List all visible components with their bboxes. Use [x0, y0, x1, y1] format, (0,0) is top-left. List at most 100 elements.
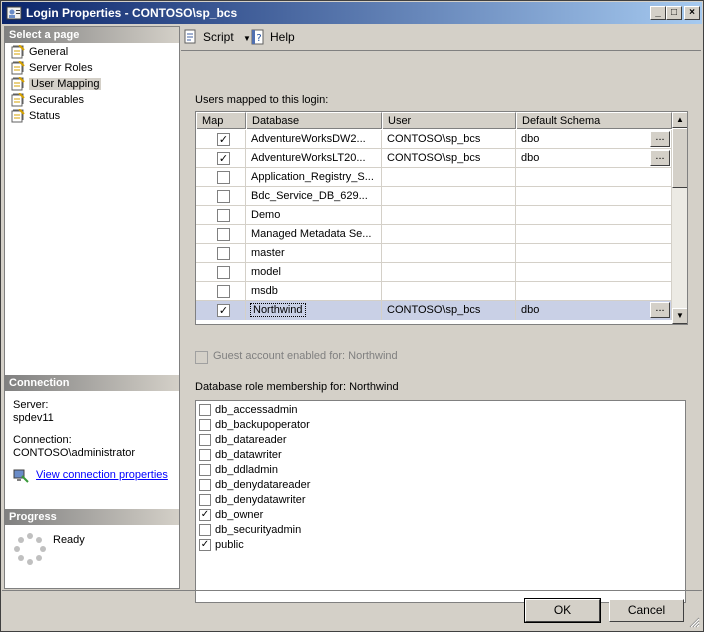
default-schema-cell[interactable] [516, 225, 672, 244]
database-cell[interactable]: AdventureWorksDW2... [246, 130, 382, 149]
database-cell[interactable]: model [246, 263, 382, 282]
maximize-button[interactable]: □ [666, 6, 682, 20]
map-checkbox[interactable]: ✓ [217, 152, 230, 165]
map-checkbox[interactable]: ✓ [217, 304, 230, 317]
user-cell[interactable] [382, 282, 516, 301]
grid-vertical-scrollbar[interactable]: ▲ ▼ [672, 112, 687, 324]
role-membership-label: Database role membership for: Northwind [195, 381, 399, 393]
role-item[interactable]: ✓ public [199, 538, 244, 553]
grid-row[interactable]: msdb [196, 282, 672, 301]
user-cell[interactable] [382, 187, 516, 206]
minimize-button[interactable]: _ [650, 6, 666, 20]
user-cell[interactable] [382, 168, 516, 187]
default-schema-cell[interactable]: dbo... [516, 301, 672, 320]
role-checkbox[interactable]: ✓ [199, 539, 211, 551]
grid-row[interactable]: Managed Metadata Se... [196, 225, 672, 244]
browse-schema-button[interactable]: ... [650, 302, 670, 318]
help-button[interactable]: ? Help [250, 28, 295, 46]
default-schema-cell[interactable] [516, 282, 672, 301]
map-checkbox[interactable] [217, 285, 230, 298]
default-schema-cell[interactable]: dbo... [516, 130, 672, 149]
grid-row[interactable]: ✓ Northwind CONTOSO\sp_bcs dbo... [196, 301, 672, 320]
role-item[interactable]: db_datawriter [199, 448, 282, 463]
role-label: db_securityadmin [215, 524, 302, 536]
user-cell[interactable] [382, 263, 516, 282]
default-schema-cell[interactable] [516, 263, 672, 282]
browse-schema-button[interactable]: ... [650, 150, 670, 166]
ok-button[interactable]: OK [524, 598, 601, 623]
map-checkbox[interactable] [217, 266, 230, 279]
role-item[interactable]: db_backupoperator [199, 418, 310, 433]
user-cell[interactable]: CONTOSO\sp_bcs [382, 149, 516, 168]
column-header-user[interactable]: User [382, 112, 516, 129]
grid-row[interactable]: Demo [196, 206, 672, 225]
resize-grip-icon[interactable] [688, 616, 700, 628]
close-button[interactable]: × [684, 6, 700, 20]
map-checkbox[interactable] [217, 228, 230, 241]
grid-row[interactable]: ✓ AdventureWorksDW2... CONTOSO\sp_bcs dbo..… [196, 130, 672, 149]
database-cell[interactable]: Demo [246, 206, 382, 225]
scroll-thumb[interactable] [672, 128, 687, 188]
role-item[interactable]: db_denydatareader [199, 478, 310, 493]
role-checkbox[interactable] [199, 449, 211, 461]
grid-row[interactable]: Application_Registry_S... [196, 168, 672, 187]
default-schema-cell[interactable] [516, 168, 672, 187]
user-cell[interactable] [382, 206, 516, 225]
scroll-down-icon[interactable]: ▼ [672, 308, 687, 324]
role-checkbox[interactable] [199, 464, 211, 476]
map-checkbox[interactable] [217, 209, 230, 222]
page-item-securables[interactable]: Securables [9, 92, 177, 108]
page-item-user-mapping[interactable]: User Mapping [9, 76, 177, 92]
user-cell[interactable] [382, 225, 516, 244]
title-bar[interactable]: Login Properties - CONTOSO\sp_bcs _ □ × [2, 2, 702, 24]
scroll-up-icon[interactable]: ▲ [672, 112, 687, 128]
column-header-default-schema[interactable]: Default Schema [516, 112, 672, 129]
role-item[interactable]: db_securityadmin [199, 523, 301, 538]
role-checkbox[interactable] [199, 419, 211, 431]
map-checkbox[interactable] [217, 247, 230, 260]
default-schema-cell[interactable] [516, 206, 672, 225]
user-cell[interactable]: CONTOSO\sp_bcs [382, 130, 516, 149]
browse-schema-button[interactable]: ... [650, 131, 670, 147]
user-mapping-grid[interactable]: Map Database User Default Schema ✓ Advent… [195, 111, 688, 325]
grid-row[interactable]: model [196, 263, 672, 282]
select-page-header: Select a page [5, 27, 179, 43]
grid-row[interactable]: ✓ AdventureWorksLT20... CONTOSO\sp_bcs dbo.… [196, 149, 672, 168]
map-checkbox[interactable] [217, 171, 230, 184]
role-checkbox[interactable] [199, 494, 211, 506]
database-cell[interactable]: Managed Metadata Se... [246, 225, 382, 244]
page-item-general[interactable]: General [9, 44, 177, 60]
user-cell[interactable] [382, 244, 516, 263]
column-header-map[interactable]: Map [196, 112, 246, 129]
role-checkbox[interactable]: ✓ [199, 509, 211, 521]
role-checkbox[interactable] [199, 434, 211, 446]
database-cell[interactable]: Application_Registry_S... [246, 168, 382, 187]
default-schema-cell[interactable]: dbo... [516, 149, 672, 168]
role-item[interactable]: db_datareader [199, 433, 287, 448]
database-cell[interactable]: AdventureWorksLT20... [246, 149, 382, 168]
cancel-button[interactable]: Cancel [609, 599, 684, 622]
database-cell[interactable]: Northwind [246, 301, 382, 320]
page-item-status[interactable]: Status [9, 108, 177, 124]
column-header-database[interactable]: Database [246, 112, 382, 129]
database-cell[interactable]: master [246, 244, 382, 263]
view-connection-properties-link[interactable]: View connection properties [36, 469, 168, 481]
grid-row[interactable]: master [196, 244, 672, 263]
role-item[interactable]: ✓ db_owner [199, 508, 263, 523]
database-cell[interactable]: Bdc_Service_DB_629... [246, 187, 382, 206]
default-schema-cell[interactable] [516, 244, 672, 263]
default-schema-cell[interactable] [516, 187, 672, 206]
database-cell[interactable]: msdb [246, 282, 382, 301]
user-cell[interactable]: CONTOSO\sp_bcs [382, 301, 516, 320]
role-checkbox[interactable] [199, 479, 211, 491]
role-item[interactable]: db_denydatawriter [199, 493, 306, 508]
grid-row[interactable]: Bdc_Service_DB_629... [196, 187, 672, 206]
role-item[interactable]: db_ddladmin [199, 463, 278, 478]
map-checkbox[interactable] [217, 190, 230, 203]
role-checkbox[interactable] [199, 524, 211, 536]
role-item[interactable]: db_accessadmin [199, 403, 298, 418]
role-checkbox[interactable] [199, 404, 211, 416]
map-checkbox[interactable]: ✓ [217, 133, 230, 146]
script-button[interactable]: Script ▼ [183, 28, 251, 46]
page-item-server-roles[interactable]: Server Roles [9, 60, 177, 76]
